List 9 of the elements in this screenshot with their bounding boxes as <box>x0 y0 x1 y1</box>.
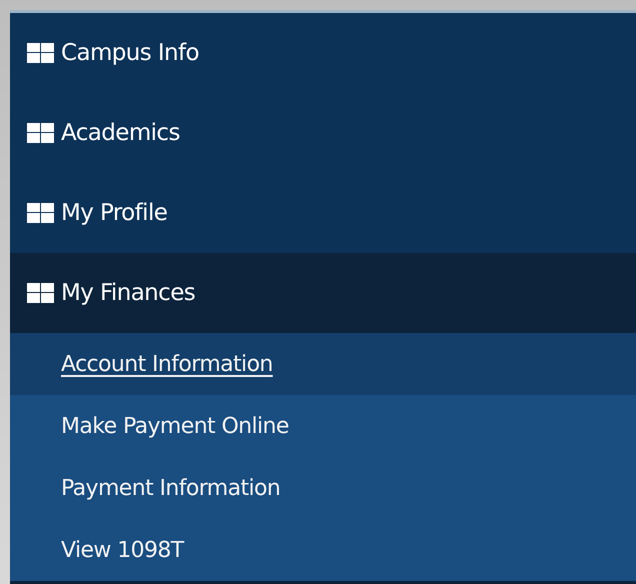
grid-icon <box>27 283 54 303</box>
submenu-link[interactable]: Payment Information <box>10 457 636 519</box>
grid-icon <box>27 203 54 223</box>
menu-item[interactable]: My Finances <box>10 253 636 333</box>
grid-icon <box>27 43 54 63</box>
submenu-link[interactable]: Account Information <box>10 333 636 395</box>
grid-icon <box>27 123 54 143</box>
submenu-link[interactable]: View 1098T <box>10 519 636 581</box>
submenu-link[interactable]: Make Payment Online <box>10 395 636 457</box>
